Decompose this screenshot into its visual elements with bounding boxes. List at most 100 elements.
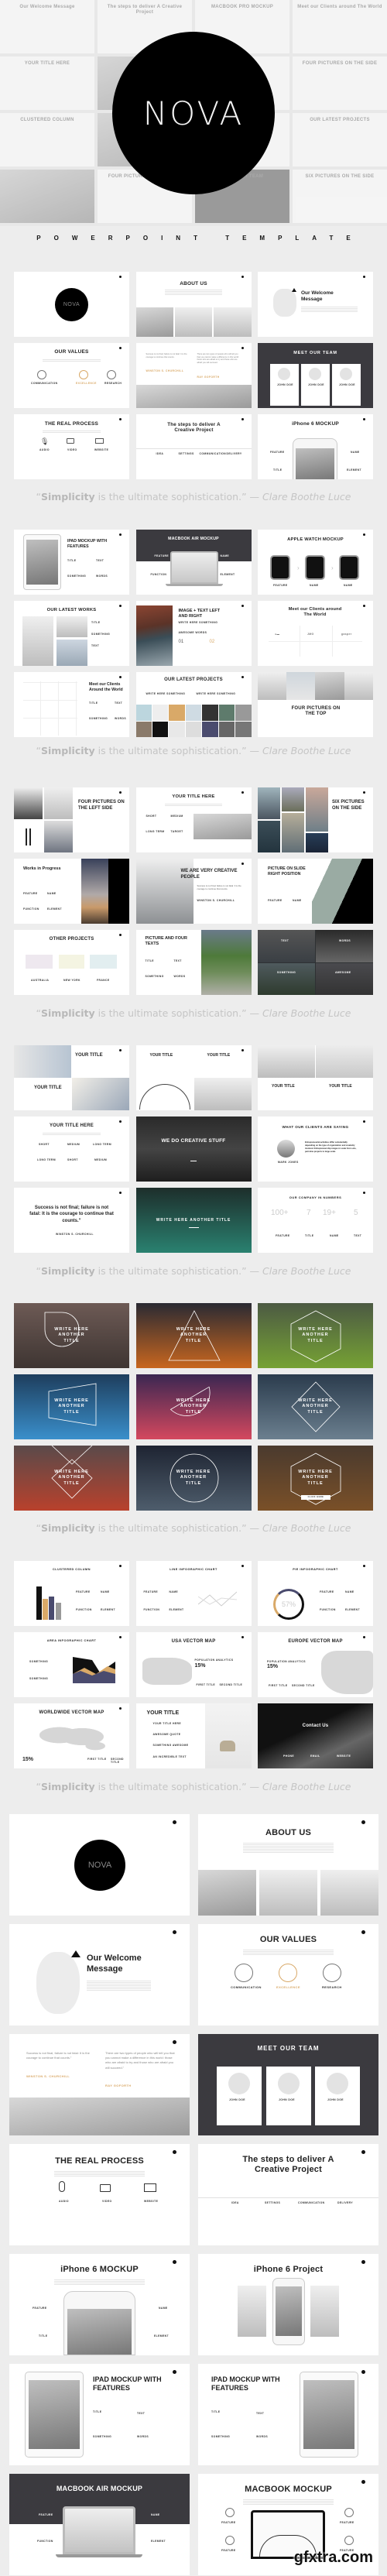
fog-photo [57, 616, 87, 637]
feature-label: FEATURE [273, 584, 288, 587]
slide-title-overlay: WRITE HERE ANOTHER TITLE [258, 1374, 373, 1439]
slide-your-title-chair[interactable]: YOUR TITLE YOUR TITLE HERE AWESOME QUOTE… [135, 1703, 252, 1768]
slide-two-titles-wheel[interactable]: YOUR TITLE YOUR TITLE [135, 1045, 252, 1110]
slide-works-in-progress[interactable]: Works in Progress FEATURE NAME FUNCTION … [14, 859, 129, 924]
slide-steps-to-deliver[interactable]: The steps to deliver A Creative Project … [135, 414, 252, 479]
slide-four-pictures-left[interactable]: FOUR PICTURES ON THE LEFT SIDE [14, 787, 129, 852]
slide-real-process[interactable]: THE REAL PROCESS 🎙 AUDIO VIDEO WEBSITE [14, 414, 129, 479]
slide-latest-projects[interactable]: OUR LATEST PROJECTS WRITE HERE SOMETHING… [135, 672, 252, 737]
feature-icon [225, 2508, 235, 2517]
team-card[interactable]: JOHN DOE [315, 2067, 360, 2125]
team-card[interactable]: JOHN DOE [270, 364, 299, 406]
photo [258, 821, 280, 852]
slide-title: YOUR TITLE [149, 1053, 173, 1058]
slide-your-title-here[interactable]: YOUR TITLE HERE SHORT MEDIUM LONG TERM T… [135, 787, 252, 852]
feature-label: SHORT [146, 815, 157, 818]
slide-dot [119, 1192, 122, 1194]
slide-title-double-diamond[interactable]: WRITE HERE ANOTHER TITLE [14, 1446, 129, 1511]
slide-area-chart[interactable]: AREA INFOGRAPHIC CHART SOMETHING SOMETHI… [14, 1632, 129, 1697]
slide-process-large[interactable]: THE REAL PROCESS AUDIO VIDEO WEBSITE [9, 2144, 190, 2245]
feature-label: ELEMENT [101, 1608, 115, 1611]
slide-title-circle-tab[interactable]: WRITE HERE ANOTHER TITLE [14, 1303, 129, 1368]
client-logo: gasper [341, 633, 352, 636]
slide-quotes[interactable]: Success is not final; failure is not fat… [135, 343, 252, 408]
slide-contact-us[interactable]: Contact Us PHONE EMAIL WEBSITE [258, 1703, 373, 1768]
slide-title-overlay: WRITE HERE ANOTHER TITLE [258, 1303, 373, 1368]
slide-ipad-large-right[interactable]: IPAD MOCKUP WITH FEATURES TITLE TEXT SOM… [198, 2364, 378, 2465]
slide-iphone-project[interactable]: iPhone 6 Project [198, 2254, 378, 2355]
slide-your-title-clock[interactable]: YOUR TITLE YOUR TITLE [14, 1045, 129, 1110]
feature-label: ELEMENT [169, 1608, 184, 1611]
slide-welcome-large[interactable]: Our Welcome Message [9, 1924, 190, 2025]
slide-six-pictures-side[interactable]: SIX PICTURES ON THE SIDE [258, 787, 373, 852]
project-thumbnail [202, 721, 218, 737]
slide-image-text[interactable]: IMAGE + TEXT LEFT AND RIGHT WRITE HERE S… [135, 601, 252, 666]
feature-label: FEATURE [143, 1590, 159, 1593]
slide-values-large[interactable]: OUR VALUES COMMUNICATION EXCELLENCE RESE… [198, 1924, 378, 2025]
slide-four-pictures-top[interactable]: FOUR PICTURES ON THE TOP [258, 672, 373, 737]
slide-europe-map[interactable]: EUROPE VECTOR MAP POPULATION ANALYTICS 1… [258, 1632, 373, 1697]
slide-title-circle[interactable]: WRITE HERE ANOTHER TITLE [135, 1446, 252, 1511]
slide-apple-watch[interactable]: APPLE WATCH MOCKUP › › FEATURE NAME NAME [258, 530, 373, 595]
slide-pie-chart[interactable]: PIE INFOGRAPHIC CHART 57% FEATURE NAME F… [258, 1561, 373, 1626]
slide-your-title-six[interactable]: YOUR TITLE HERE SHORT MEDIUM LONG TERM L… [14, 1116, 129, 1182]
slide-usa-map[interactable]: USA VECTOR MAP POPULATION ANALYTICS 15% … [135, 1632, 252, 1697]
slide-four-dark-panels[interactable]: TEXT WORDS SOMETHING AWESOME [258, 930, 373, 995]
stat-label: FEATURE [276, 1234, 290, 1237]
slide-title-hexagon[interactable]: WRITE HERE ANOTHER TITLE [258, 1303, 373, 1368]
slide-title-overlay: WRITE HERE ANOTHER TITLE [14, 1303, 129, 1368]
project-label: FRANCE [97, 979, 110, 982]
slide-line-chart[interactable]: LINE INFOGRAPHIC CHART FEATURE NAME FUNC… [135, 1561, 252, 1626]
feature-label: FIRST TITLE [269, 1684, 288, 1687]
team-card[interactable]: JOHN DOE [217, 2067, 262, 2125]
slide-picture-four-texts[interactable]: PICTURE AND FOUR TEXTS TITLE TEXT SOMETH… [135, 930, 252, 995]
slide-macbook-air-large[interactable]: MACBOOK AIR MOCKUP FEATURE NAME FUNCTION… [9, 2474, 190, 2575]
slide-clients-around[interactable]: Meet our Clients Around the World TITLE … [14, 672, 129, 737]
feature-label: LONG TERM [146, 830, 165, 833]
slide-macbook-air[interactable]: MACBOOK AIR MOCKUP FEATURE NAME FUNCTION… [135, 530, 252, 595]
slide-ipad-mockup[interactable]: IPAD MOCKUP WITH FEATURES TITLE TEXT SOM… [14, 530, 129, 595]
slide-about-us[interactable]: ABOUT US [135, 272, 252, 337]
slide-title-triangle[interactable]: WRITE HERE ANOTHER TITLE [135, 1303, 252, 1368]
slide-title: WORLDWIDE VECTOR MAP [39, 1710, 104, 1715]
logo-circle: NOVA [55, 288, 88, 321]
team-card[interactable]: JOHN DOE [332, 364, 361, 406]
slide-creative-people[interactable]: WE ARE VERY CREATIVE PEOPLE Success is n… [135, 859, 252, 924]
feature-label: SOMETHING [89, 717, 108, 720]
slide-picture-right[interactable]: PICTURE ON SLIDE RIGHT POSITION FEATURE … [258, 859, 373, 924]
team-card[interactable]: JOHN DOE [301, 364, 330, 406]
slide-clustered-column[interactable]: CLUSTERED COLUMN FEATURE NAME FUNCTION E… [14, 1561, 129, 1626]
slide-teal-title[interactable]: WRITE HERE ANOTHER TITLE [135, 1188, 252, 1253]
slide-title-hexagon-button[interactable]: WRITE HERE ANOTHER TITLE CLICK HERE [258, 1446, 373, 1511]
slide-clients-world[interactable]: Meet our Clients around The World ●▬ JMG… [258, 601, 373, 666]
slide-ipad-large-left[interactable]: IPAD MOCKUP WITH FEATURES TITLE TEXT SOM… [9, 2364, 190, 2465]
slide-quotes-large[interactable]: Success is not final, failure is not fat… [9, 2034, 190, 2135]
slide-team-large[interactable]: MEET OUR TEAM JOHN DOE JOHN DOE JOHN DOE [198, 2034, 378, 2135]
hero-background-slide [0, 170, 94, 223]
slide-our-values[interactable]: OUR VALUES COMMUNICATION EXCELLENCE RESE… [14, 343, 129, 408]
slide-churchill-quote[interactable]: Success is not final; failure is not fat… [14, 1188, 129, 1253]
slide-world-map[interactable]: WORLDWIDE VECTOR MAP 15% FIRST TITLE SEC… [14, 1703, 129, 1768]
team-card[interactable]: JOHN DOE [266, 2067, 311, 2125]
slide-two-titles-desk[interactable]: YOUR TITLE YOUR TITLE [258, 1045, 373, 1110]
slide-title-diamond[interactable]: WRITE HERE ANOTHER TITLE [258, 1374, 373, 1439]
slide-iphone-mockup[interactable]: iPhone 6 MOCKUP FEATURE TITLE NAME ELEME… [258, 414, 373, 479]
feature-label: ELEMENT [345, 1608, 360, 1611]
slide-steps-large[interactable]: The steps to deliver A Creative Project … [198, 2144, 378, 2245]
slide-iphone-large[interactable]: iPhone 6 MOCKUP FEATURE TITLE NAME ELEME… [9, 2254, 190, 2355]
click-here-button[interactable]: CLICK HERE [301, 1495, 330, 1500]
area-chart [73, 1657, 115, 1683]
slide-title-trapezoid[interactable]: WRITE HERE ANOTHER TITLE [14, 1374, 129, 1439]
slide-clients-saying[interactable]: WHAT OUR CLIENTS ARE SAYING Entrepreneur… [258, 1116, 373, 1182]
slide-title-semicircle[interactable]: WRITE HERE ANOTHER TITLE [135, 1374, 252, 1439]
slide-latest-works[interactable]: OUR LATEST WORKS TITLE SOMETHING TEXT [14, 601, 129, 666]
slide-meet-our-team[interactable]: MEET OUR TEAM JOHN DOE JOHN DOE JOHN DOE [258, 343, 373, 408]
slide-company-numbers[interactable]: OUR COMPANY IN NUMBERS 100+ 7 19+ 5 FEAT… [258, 1188, 373, 1253]
slide-dot [363, 791, 365, 794]
slide-welcome-message[interactable]: Our Welcome Message [258, 272, 373, 337]
slide-about-us-large[interactable]: ABOUT US [198, 1814, 378, 1916]
slide-cover-large[interactable]: NOVA [9, 1814, 190, 1916]
slide-other-projects[interactable]: OTHER PROJECTS AUSTRALIA NEW YORK FRANCE [14, 930, 129, 995]
slide-cover[interactable]: NOVA [14, 272, 129, 337]
slide-creative-stuff[interactable]: WE DO CREATIVE STUFF [135, 1116, 252, 1182]
